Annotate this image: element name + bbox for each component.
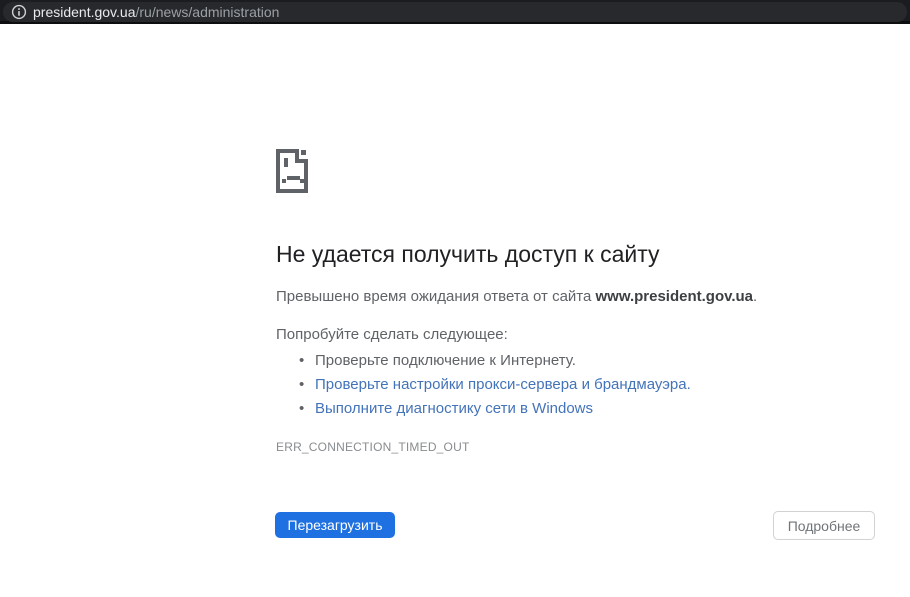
- error-message-prefix: Превышено время ожидания ответа от сайта: [276, 288, 596, 305]
- suggestion-check-connection: Проверьте подключение к Интернету.: [276, 349, 691, 373]
- error-code: ERR_CONNECTION_TIMED_OUT: [276, 440, 469, 454]
- address-bar: president.gov.ua/ru/news/administration: [0, 0, 910, 24]
- sad-page-icon: [274, 147, 310, 195]
- omnibox[interactable]: president.gov.ua/ru/news/administration: [3, 2, 907, 22]
- error-message-suffix: .: [753, 288, 757, 305]
- suggestions-intro: Попробуйте сделать следующее:: [276, 326, 508, 343]
- suggestions-list: Проверьте подключение к Интернету. Прове…: [276, 349, 691, 421]
- url-text[interactable]: president.gov.ua/ru/news/administration: [33, 2, 279, 22]
- browser-error-page: president.gov.ua/ru/news/administration …: [0, 0, 910, 597]
- url-path: /ru/news/administration: [135, 4, 279, 20]
- error-message-domain: www.president.gov.ua: [596, 288, 754, 305]
- reload-button[interactable]: Перезагрузить: [275, 512, 395, 538]
- details-button[interactable]: Подробнее: [773, 511, 875, 540]
- error-message: Превышено время ожидания ответа от сайта…: [276, 288, 757, 305]
- suggestion-proxy-firewall-link[interactable]: Проверьте настройки прокси-сервера и бра…: [276, 373, 691, 397]
- info-icon[interactable]: [11, 4, 27, 20]
- error-title: Не удается получить доступ к сайту: [276, 241, 660, 268]
- url-domain: president.gov.ua: [33, 4, 135, 20]
- suggestion-network-diagnostics-link[interactable]: Выполните диагностику сети в Windows: [276, 397, 691, 421]
